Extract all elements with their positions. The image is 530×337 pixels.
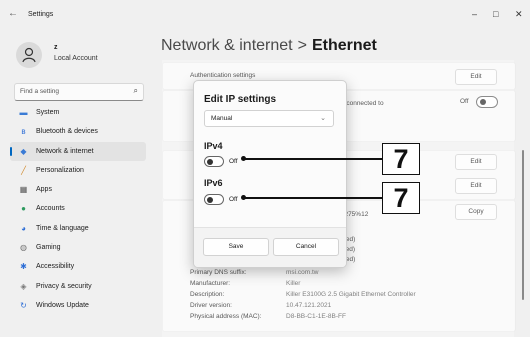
sidebar-item-label: Bluetooth & devices [36,128,98,136]
sidebar-item-label: Gaming [36,244,61,252]
ip-mode-select[interactable]: Manual ⌄ [204,110,334,127]
app-title: Settings [28,11,54,18]
edit-ip-dialog: Edit IP settings Manual ⌄ IPv4 Off IPv6 … [193,80,347,268]
globe-clock-icon: ◕ [21,223,26,233]
search-placeholder: Find a setting [20,88,60,95]
breadcrumb-separator: > [297,37,307,54]
sidebar-item-label: System [36,109,60,116]
sidebar-item-windows-update[interactable]: ↻ Windows Update [10,296,146,315]
bluetooth-icon: ʙ [21,127,26,137]
sidebar-item-apps[interactable]: ▦ Apps [10,180,146,199]
update-icon: ↻ [20,300,27,310]
ip-mode-value: Manual [211,115,233,122]
ipv4-state: Off [229,158,238,165]
apps-icon: ▦ [19,185,28,195]
sidebar-item-accounts[interactable]: ● Accounts [10,199,146,218]
sidebar-item-label: Windows Update [36,301,89,309]
save-button[interactable]: Save [203,238,269,256]
sidebar-item-time-language[interactable]: ◕ Time & language [10,219,146,238]
scrollbar[interactable] [522,150,524,300]
sidebar-item-label: Personalization [36,166,84,174]
controller-icon: ◍ [20,243,27,253]
search-icon: ⌕ [133,86,138,95]
dialog-title: Edit IP settings [204,94,277,105]
sidebar-item-label: Accessibility [36,263,75,271]
ipv6-state: Off [229,196,238,203]
system-icon: ▬ [19,108,28,117]
page-title: Network & internet > Ethernet [161,37,377,55]
sidebar-item-system[interactable]: ▬ System [10,103,146,122]
sidebar-item-label: Privacy & security [36,282,92,290]
account-name: z [54,44,58,51]
accessibility-icon: ✱ [20,262,27,272]
dialog-footer: Save Cancel [194,227,346,267]
person-icon [22,47,36,63]
sidebar-item-label: Accounts [36,205,65,213]
ipv4-toggle[interactable] [204,156,224,167]
breadcrumb-current: Ethernet [311,37,377,54]
sidebar-item-privacy-security[interactable]: ◈ Privacy & security [10,277,146,296]
ipv6-callout-line [244,197,382,199]
sidebar-item-label: Time & language [36,224,89,232]
breadcrumb-network[interactable]: Network & internet [161,37,293,54]
ipv6-toggle[interactable] [204,194,224,205]
close-button[interactable]: ✕ [515,9,523,20]
ipv4-heading: IPv4 [204,141,223,151]
shield-icon: ◈ [20,281,27,291]
sidebar-item-network-internet[interactable]: ◆ Network & internet [10,141,146,161]
sidebar-item-bluetooth-devices[interactable]: ʙ Bluetooth & devices [10,122,146,141]
title-bar: ← Settings – □ ✕ [0,0,530,30]
active-indicator [10,146,12,156]
cancel-button[interactable]: Cancel [273,238,339,256]
search-input[interactable]: Find a setting ⌕ [14,83,144,101]
back-arrow-icon[interactable]: ← [8,8,18,19]
sidebar-item-personalization[interactable]: ╱ Personalization [10,161,146,180]
ipv6-callout-badge: 7 [382,182,420,214]
sidebar-item-accessibility[interactable]: ✱ Accessibility [10,257,146,276]
avatar [16,42,42,68]
sidebar-item-label: Network & internet [36,147,94,155]
maximize-button[interactable]: □ [493,9,498,19]
chevron-down-icon: ⌄ [320,115,326,122]
brush-icon: ╱ [21,165,26,175]
ipv4-callout-line [244,158,382,160]
account-type: Local Account [54,55,98,62]
sidebar-nav: ▬ System ʙ Bluetooth & devices ◆ Network & in… [10,103,146,315]
sidebar-item-gaming[interactable]: ◍ Gaming [10,238,146,257]
sidebar-item-label: Apps [36,186,52,194]
minimize-button[interactable]: – [472,9,477,19]
person-icon: ● [21,204,26,214]
ipv6-heading: IPv6 [204,178,223,188]
ipv4-callout-badge: 7 [382,143,420,175]
wifi-icon: ◆ [20,146,27,156]
